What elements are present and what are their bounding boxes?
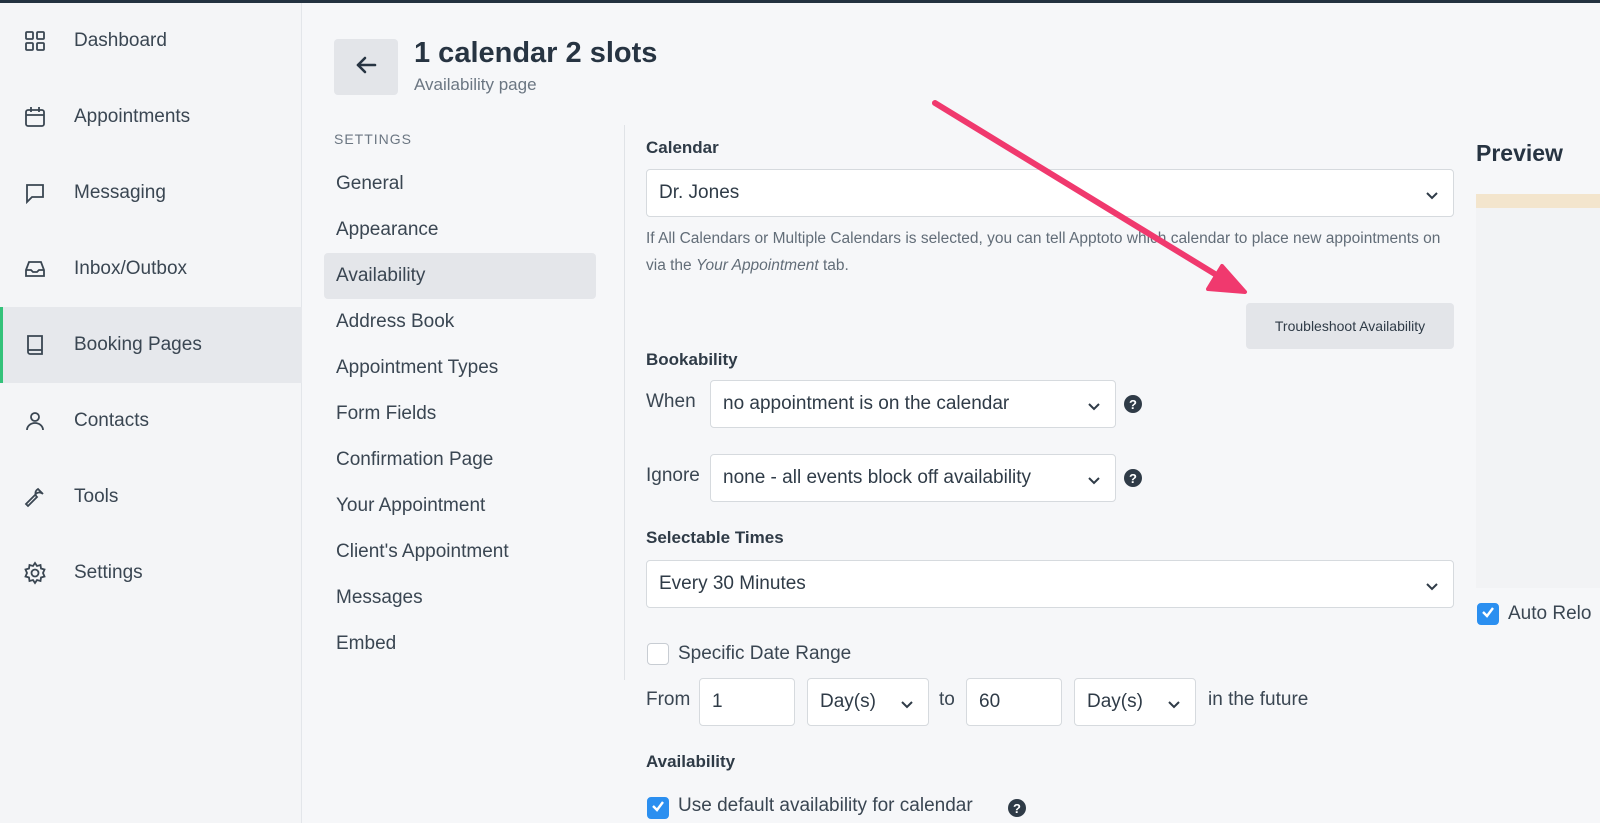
ignore-select[interactable]: none - all events block off availability [710, 454, 1116, 502]
selectable-times-select[interactable]: Every 30 Minutes [646, 560, 1454, 608]
from-unit-select[interactable]: Day(s) [807, 678, 929, 726]
specific-date-range-checkbox[interactable] [647, 643, 669, 665]
in-the-future-label: in the future [1208, 689, 1309, 710]
chevron-down-icon [1425, 577, 1439, 591]
nav-label: Dashboard [74, 30, 167, 51]
availability-label: Availability [646, 752, 736, 771]
selectable-times-value: Every 30 Minutes [659, 573, 806, 594]
nav-item-contacts[interactable]: Contacts [0, 383, 302, 459]
settings-item-general[interactable]: General [324, 161, 596, 207]
settings-item-messages[interactable]: Messages [324, 575, 596, 621]
settings-item-form-fields[interactable]: Form Fields [324, 391, 596, 437]
to-input[interactable] [966, 678, 1062, 726]
nav-label: Settings [74, 562, 143, 583]
settings-item-availability[interactable]: Availability [324, 253, 596, 299]
nav-label: Messaging [74, 182, 166, 203]
settings-item-appointment-types[interactable]: Appointment Types [324, 345, 596, 391]
question-icon[interactable]: ? [1008, 799, 1026, 817]
page-title: 1 calendar 2 slots [414, 37, 658, 69]
nav-item-dashboard[interactable]: Dashboard [0, 3, 302, 79]
wrench-icon [22, 484, 48, 510]
selectable-times-label: Selectable Times [646, 528, 784, 547]
grid-icon [22, 28, 48, 54]
chat-icon [22, 180, 48, 206]
from-unit-value: Day(s) [820, 691, 876, 712]
nav-item-messaging[interactable]: Messaging [0, 155, 302, 231]
settings-item-clients-appointment[interactable]: Client's Appointment [324, 529, 596, 575]
back-button[interactable] [334, 39, 398, 95]
bookability-label: Bookability [646, 350, 738, 369]
nav-item-appointments[interactable]: Appointments [0, 79, 302, 155]
to-unit-select[interactable]: Day(s) [1074, 678, 1196, 726]
ignore-select-value: none - all events block off availability [723, 467, 1032, 488]
settings-item-address-book[interactable]: Address Book [324, 299, 596, 345]
when-label: When [646, 391, 696, 412]
gear-icon [22, 560, 48, 586]
settings-item-your-appointment[interactable]: Your Appointment [324, 483, 596, 529]
nav-item-inbox-outbox[interactable]: Inbox/Outbox [0, 231, 302, 307]
nav-item-booking-pages[interactable]: Booking Pages [0, 307, 302, 383]
to-unit-value: Day(s) [1087, 691, 1143, 712]
when-select[interactable]: no appointment is on the calendar [710, 380, 1116, 428]
checkmark-icon [1481, 605, 1495, 624]
when-select-value: no appointment is on the calendar [723, 393, 1010, 414]
to-label: to [939, 689, 955, 710]
page-subtitle: Availability page [414, 75, 537, 94]
chevron-down-icon [1425, 186, 1439, 200]
checkmark-icon [651, 799, 665, 818]
nav-label: Booking Pages [74, 334, 202, 355]
nav-label: Contacts [74, 410, 149, 431]
column-divider [624, 125, 625, 680]
from-label: From [646, 689, 691, 710]
inbox-icon [22, 256, 48, 282]
preview-title: Preview [1476, 140, 1563, 166]
calendar-icon [22, 104, 48, 130]
auto-reload-checkbox[interactable] [1477, 603, 1499, 625]
settings-heading: SETTINGS [334, 131, 413, 147]
main-content: 1 calendar 2 slots Availability page SET… [302, 3, 1600, 823]
preview-header-bar [1476, 194, 1600, 208]
nav-item-settings[interactable]: Settings [0, 535, 302, 611]
settings-item-confirmation-page[interactable]: Confirmation Page [324, 437, 596, 483]
calendar-label: Calendar [646, 138, 719, 157]
calendar-select-value: Dr. Jones [659, 182, 740, 203]
default-availability-label: Use default availability for calendar [678, 795, 973, 816]
preview-frame [1476, 208, 1600, 588]
nav-item-tools[interactable]: Tools [0, 459, 302, 535]
settings-item-embed[interactable]: Embed [324, 621, 596, 667]
chevron-down-icon [1087, 397, 1101, 411]
auto-reload-label: Auto Relo [1508, 603, 1592, 624]
main-sidebar: Dashboard Appointments Messaging Inbox/O… [0, 3, 302, 823]
from-input[interactable] [699, 678, 795, 726]
specific-date-range-label: Specific Date Range [678, 643, 852, 664]
nav-label: Tools [74, 486, 119, 507]
settings-item-appearance[interactable]: Appearance [324, 207, 596, 253]
book-icon [22, 332, 48, 358]
calendar-select[interactable]: Dr. Jones [646, 169, 1454, 217]
question-icon[interactable]: ? [1124, 469, 1142, 487]
question-icon[interactable]: ? [1124, 395, 1142, 413]
nav-label: Inbox/Outbox [74, 258, 188, 279]
chevron-down-icon [1167, 695, 1181, 709]
calendar-help-text: If All Calendars or Multiple Calendars i… [646, 230, 1441, 274]
nav-label: Appointments [74, 106, 191, 127]
ignore-label: Ignore [646, 465, 700, 486]
arrow-left-icon [355, 55, 377, 80]
chevron-down-icon [900, 695, 914, 709]
default-availability-checkbox[interactable] [647, 797, 669, 819]
person-icon [22, 408, 48, 434]
troubleshoot-availability-button[interactable]: Troubleshoot Availability [1246, 303, 1454, 349]
chevron-down-icon [1087, 471, 1101, 485]
